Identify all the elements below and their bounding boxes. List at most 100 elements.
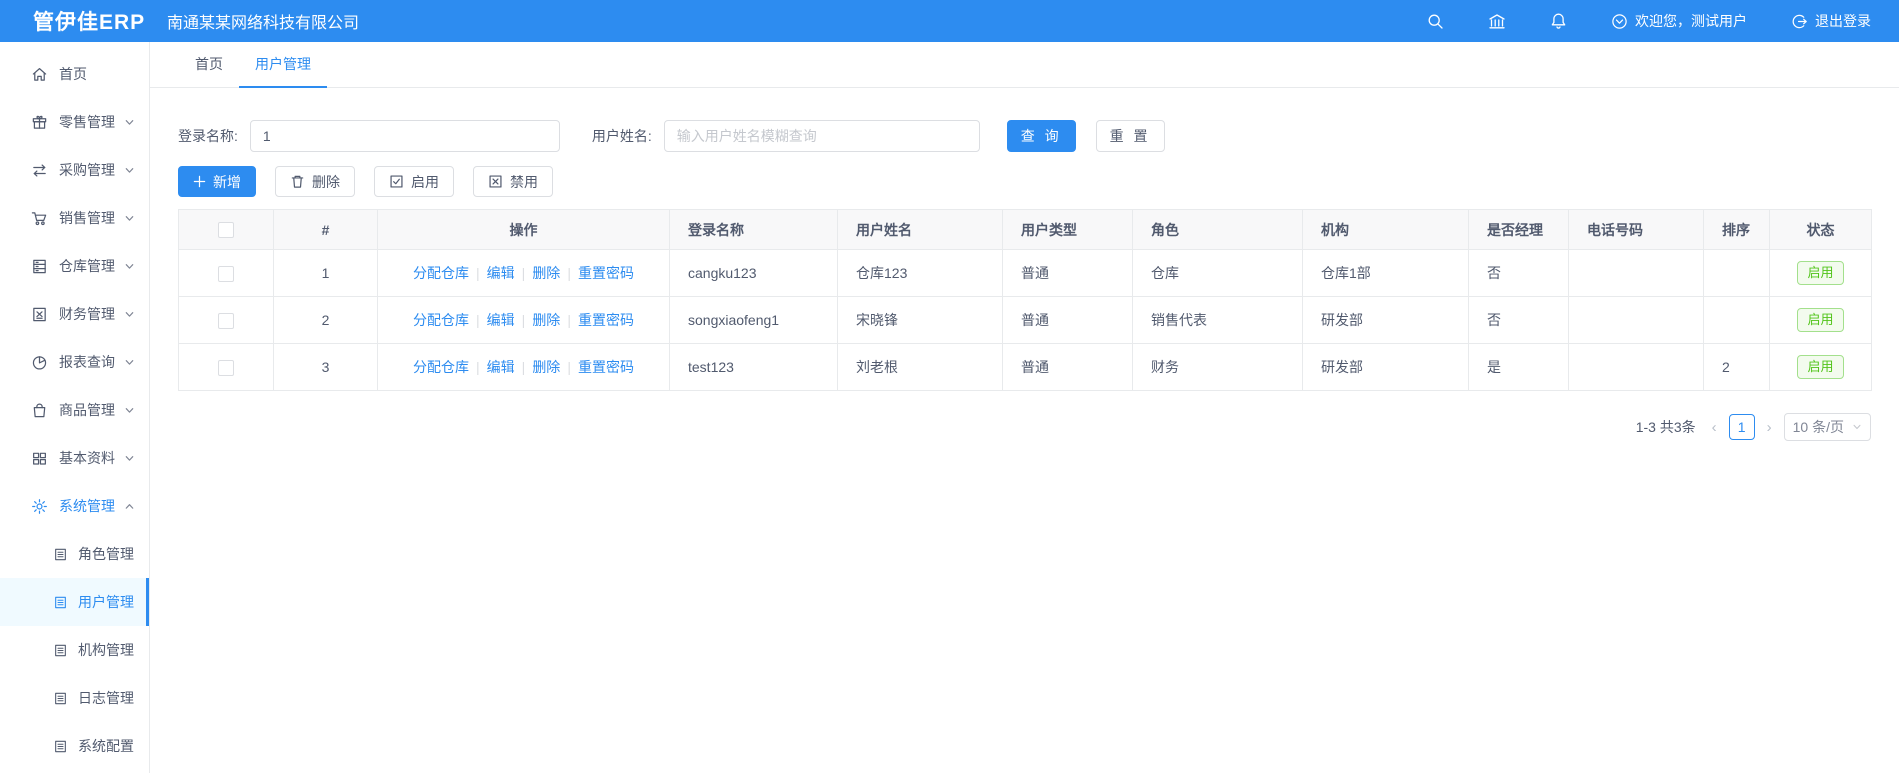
table-toolbar: 新增 删除 启用 禁用 — [178, 166, 1871, 197]
sidebar-item-label: 仓库管理 — [59, 258, 115, 274]
reset-password-link[interactable]: 重置密码 — [578, 359, 634, 375]
edit-link[interactable]: 编辑 — [487, 265, 515, 281]
user-menu[interactable]: 欢迎您，测试用户 — [1611, 11, 1747, 31]
doc-icon — [55, 596, 66, 608]
page-content: 登录名称: 用户姓名: 查 询 重 置 新增 删除 启用 — [150, 120, 1899, 441]
cell-phone — [1568, 249, 1704, 297]
assign-warehouse-link[interactable]: 分配仓库 — [413, 265, 469, 281]
select-all-checkbox[interactable] — [218, 222, 234, 239]
chevron-down-icon — [125, 455, 134, 461]
cell-org: 研发部 — [1302, 343, 1469, 391]
sidebar-item-purchase[interactable]: 采购管理 — [0, 146, 149, 194]
edit-link[interactable]: 编辑 — [487, 312, 515, 328]
sidebar-item-label: 基本资料 — [59, 450, 115, 466]
company-name: 南通某某网络科技有限公司 — [167, 15, 360, 32]
cell-login: cangku123 — [669, 249, 838, 297]
sidebar-item-reports[interactable]: 报表查询 — [0, 338, 149, 386]
sidebar-item-label: 财务管理 — [59, 306, 115, 322]
cell-sort: 2 — [1703, 343, 1770, 391]
finance-icon — [33, 307, 46, 321]
delete-link[interactable]: 删除 — [532, 359, 560, 375]
reset-password-link[interactable]: 重置密码 — [578, 265, 634, 281]
plus-icon — [193, 175, 206, 188]
logout-button[interactable]: 退出登录 — [1791, 11, 1871, 31]
row-checkbox[interactable] — [218, 359, 234, 376]
reset-button[interactable]: 重 置 — [1095, 120, 1165, 152]
cell-sort — [1703, 249, 1770, 297]
sidebar-item-goods[interactable]: 商品管理 — [0, 386, 149, 434]
x-square-icon — [489, 175, 502, 188]
bag-icon — [33, 403, 46, 417]
sidebar-item-log-mgmt[interactable]: 日志管理 — [0, 674, 149, 722]
sidebar-item-role-mgmt[interactable]: 角色管理 — [0, 530, 149, 578]
sidebar-item-label: 零售管理 — [59, 114, 115, 130]
cell-manager: 否 — [1468, 296, 1569, 344]
delete-button[interactable]: 删除 — [275, 166, 355, 197]
page-number-1[interactable]: 1 — [1728, 414, 1755, 440]
page-size-value: 10 条/页 — [1792, 419, 1844, 435]
col-phone: 电话号码 — [1568, 209, 1704, 250]
tab-bar: 首页 用户管理 — [150, 42, 1899, 88]
sidebar-item-system[interactable]: 系统管理 — [0, 482, 149, 530]
cart-icon — [31, 211, 47, 225]
sidebar-item-user-mgmt[interactable]: 用户管理 — [0, 578, 149, 626]
reset-password-link[interactable]: 重置密码 — [578, 312, 634, 328]
row-checkbox[interactable] — [218, 312, 234, 329]
sidebar-item-label: 商品管理 — [59, 402, 115, 418]
status-badge: 启用 — [1797, 308, 1844, 332]
query-button[interactable]: 查 询 — [1006, 120, 1076, 152]
delete-link[interactable]: 删除 — [532, 265, 560, 281]
page-size-select[interactable]: 10 条/页 — [1783, 413, 1871, 441]
tab-user-mgmt[interactable]: 用户管理 — [239, 42, 327, 88]
status-badge: 启用 — [1797, 355, 1844, 379]
sidebar-item-label: 采购管理 — [59, 162, 115, 178]
sidebar-item-warehouse[interactable]: 仓库管理 — [0, 242, 149, 290]
chevron-down-icon — [125, 263, 134, 269]
sidebar-item-home[interactable]: 首页 — [0, 50, 149, 98]
cell-role: 仓库 — [1132, 249, 1303, 297]
sidebar-item-label: 系统配置 — [78, 738, 134, 754]
assign-warehouse-link[interactable]: 分配仓库 — [413, 312, 469, 328]
col-org: 机构 — [1302, 209, 1469, 250]
sidebar-item-finance[interactable]: 财务管理 — [0, 290, 149, 338]
sidebar-item-sales[interactable]: 销售管理 — [0, 194, 149, 242]
cell-role: 财务 — [1132, 343, 1303, 391]
sidebar-item-basic-data[interactable]: 基本资料 — [0, 434, 149, 482]
login-name-input[interactable] — [249, 120, 560, 152]
enable-button[interactable]: 启用 — [374, 166, 454, 197]
chevron-down-icon — [125, 359, 134, 365]
cell-login: songxiaofeng1 — [669, 296, 838, 344]
chevron-down-icon — [125, 215, 134, 221]
delete-link[interactable]: 删除 — [532, 312, 560, 328]
bell-icon[interactable] — [1550, 12, 1567, 30]
cell-phone — [1568, 343, 1704, 391]
sidebar-item-retail[interactable]: 零售管理 — [0, 98, 149, 146]
col-login: 登录名称 — [669, 209, 838, 250]
chevron-down-icon — [1853, 424, 1861, 430]
cell-manager: 否 — [1468, 249, 1569, 297]
prev-page-button[interactable]: ‹ — [1710, 419, 1719, 436]
header-actions: 欢迎您，测试用户 退出登录 — [1383, 11, 1899, 31]
tab-home[interactable]: 首页 — [179, 42, 239, 88]
assign-warehouse-link[interactable]: 分配仓库 — [413, 359, 469, 375]
pagination: 1-3 共3条 ‹ 1 › 10 条/页 — [178, 413, 1871, 441]
col-role: 角色 — [1132, 209, 1303, 250]
sidebar-item-label: 角色管理 — [78, 546, 134, 562]
sidebar-item-label: 报表查询 — [59, 354, 115, 370]
edit-link[interactable]: 编辑 — [487, 359, 515, 375]
bank-icon[interactable] — [1488, 13, 1506, 30]
chevron-down-icon — [125, 119, 134, 125]
user-name-input[interactable] — [663, 120, 980, 152]
row-checkbox[interactable] — [218, 265, 234, 282]
next-page-button[interactable]: › — [1765, 419, 1774, 436]
user-circle-down-icon — [1612, 13, 1627, 29]
search-icon[interactable] — [1427, 13, 1444, 30]
sidebar-item-system-config[interactable]: 系统配置 — [0, 722, 149, 770]
user-name-label: 用户姓名: — [591, 128, 652, 144]
col-sort: 排序 — [1703, 209, 1770, 250]
disable-button[interactable]: 禁用 — [473, 166, 553, 197]
welcome-text: 欢迎您，测试用户 — [1635, 13, 1747, 29]
sidebar-item-org-mgmt[interactable]: 机构管理 — [0, 626, 149, 674]
add-button[interactable]: 新增 — [178, 166, 256, 197]
cell-index: 2 — [273, 296, 378, 344]
